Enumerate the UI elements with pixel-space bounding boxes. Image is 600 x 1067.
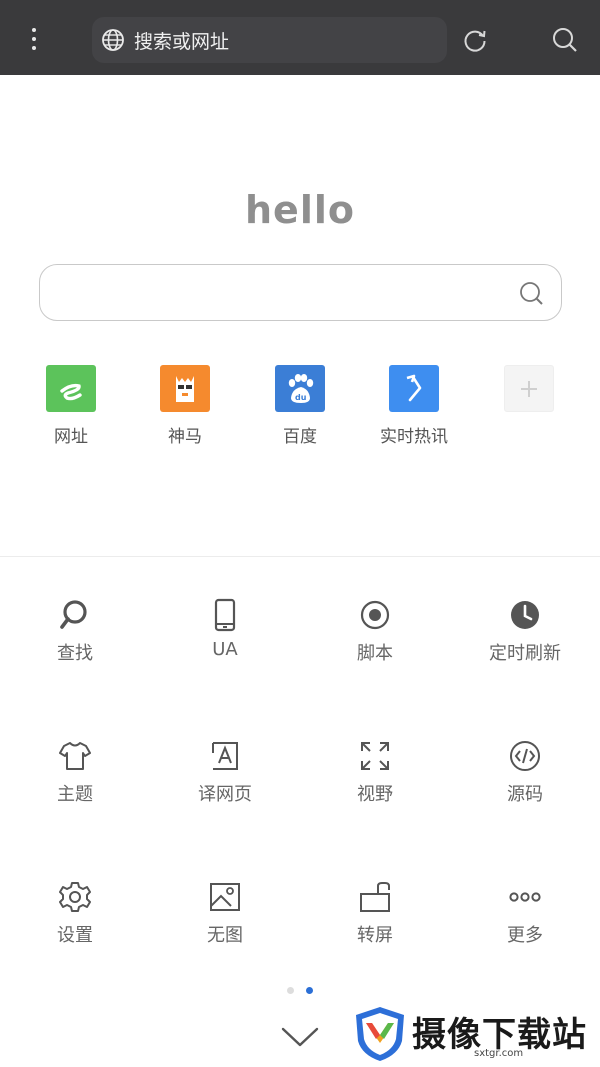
tshirt-icon	[59, 742, 91, 770]
menu-item-find[interactable]: 查找	[0, 598, 150, 665]
menu-label: 源码	[507, 784, 543, 805]
menu-item-script[interactable]: 脚本	[300, 598, 450, 665]
arrow-icon	[389, 365, 439, 412]
gear-icon	[59, 882, 91, 912]
menu-label: 查找	[57, 643, 93, 664]
add-shortcut-button[interactable]	[484, 365, 574, 412]
menu-item-rotate[interactable]: 转屏	[300, 880, 450, 947]
menu-dots-icon[interactable]	[22, 24, 46, 54]
menu-item-ua[interactable]: UA	[150, 598, 300, 660]
search-icon	[60, 600, 87, 629]
shortcut-label: 神马	[168, 427, 202, 447]
home-search-input[interactable]	[39, 264, 562, 321]
shortcut-label: 网址	[54, 427, 88, 447]
expand-icon	[361, 742, 389, 770]
shortcut-hot-news[interactable]: 实时热讯	[369, 365, 459, 447]
baidu-paw-icon: du	[275, 365, 325, 412]
shortcut-shenma[interactable]: 神马	[140, 365, 230, 447]
menu-label: 定时刷新	[489, 643, 561, 664]
shortcut-wangzhi[interactable]: 网址	[26, 365, 116, 447]
svg-text:du: du	[295, 393, 307, 402]
menu-item-theme[interactable]: 主题	[0, 739, 150, 806]
translate-icon	[212, 742, 238, 770]
menu-label: 主题	[57, 784, 93, 805]
menu-item-no-image[interactable]: 无图	[150, 880, 300, 947]
code-icon	[510, 741, 540, 771]
menu-item-view[interactable]: 视野	[300, 739, 450, 806]
watermark-url: sxtgr.com	[474, 1048, 524, 1059]
menu-item-translate[interactable]: 译网页	[150, 739, 300, 806]
clock-icon	[511, 601, 539, 629]
menu-label: 转屏	[357, 925, 393, 946]
top-bar: 搜索或网址	[0, 0, 600, 75]
menu-item-settings[interactable]: 设置	[0, 880, 150, 947]
shortcut-label: 百度	[283, 427, 317, 447]
menu-label: 译网页	[198, 784, 252, 805]
home-logo: hello	[245, 188, 355, 232]
refresh-icon[interactable]	[461, 26, 489, 54]
address-placeholder: 搜索或网址	[134, 30, 230, 53]
shortcut-label: 实时热讯	[380, 427, 448, 447]
e-icon	[46, 365, 96, 412]
menu-label: 无图	[207, 925, 243, 946]
search-icon[interactable]	[518, 280, 545, 307]
more-icon	[509, 892, 541, 902]
page-indicator	[285, 987, 315, 995]
menu-item-more[interactable]: 更多	[450, 880, 600, 947]
chevron-down-icon[interactable]	[280, 1025, 320, 1049]
menu-label: 视野	[357, 784, 393, 805]
record-icon	[360, 600, 390, 630]
page-dot-active[interactable]	[306, 987, 313, 994]
phone-icon	[214, 598, 236, 632]
menu-label: UA	[212, 639, 238, 660]
image-icon	[210, 883, 240, 911]
globe-icon	[102, 29, 124, 51]
rotate-screen-icon	[360, 882, 390, 912]
search-icon[interactable]	[551, 26, 579, 54]
shortcut-baidu[interactable]: du 百度	[255, 365, 345, 447]
plus-icon	[504, 365, 554, 412]
menu-label: 更多	[507, 925, 543, 946]
alpaca-icon	[160, 365, 210, 412]
watermark-logo-icon	[356, 1007, 404, 1061]
divider	[0, 556, 600, 557]
menu-label: 设置	[57, 925, 93, 946]
menu-item-source[interactable]: 源码	[450, 739, 600, 806]
menu-label: 脚本	[357, 643, 393, 664]
address-bar[interactable]: 搜索或网址	[92, 17, 447, 63]
shortcut-row: 网址 神马 du 百度 实时热讯	[0, 365, 600, 455]
page-dot[interactable]	[287, 987, 294, 994]
watermark: 摄像下载站 sxtgr.com	[352, 1003, 592, 1063]
menu-item-timed-refresh[interactable]: 定时刷新	[450, 598, 600, 665]
